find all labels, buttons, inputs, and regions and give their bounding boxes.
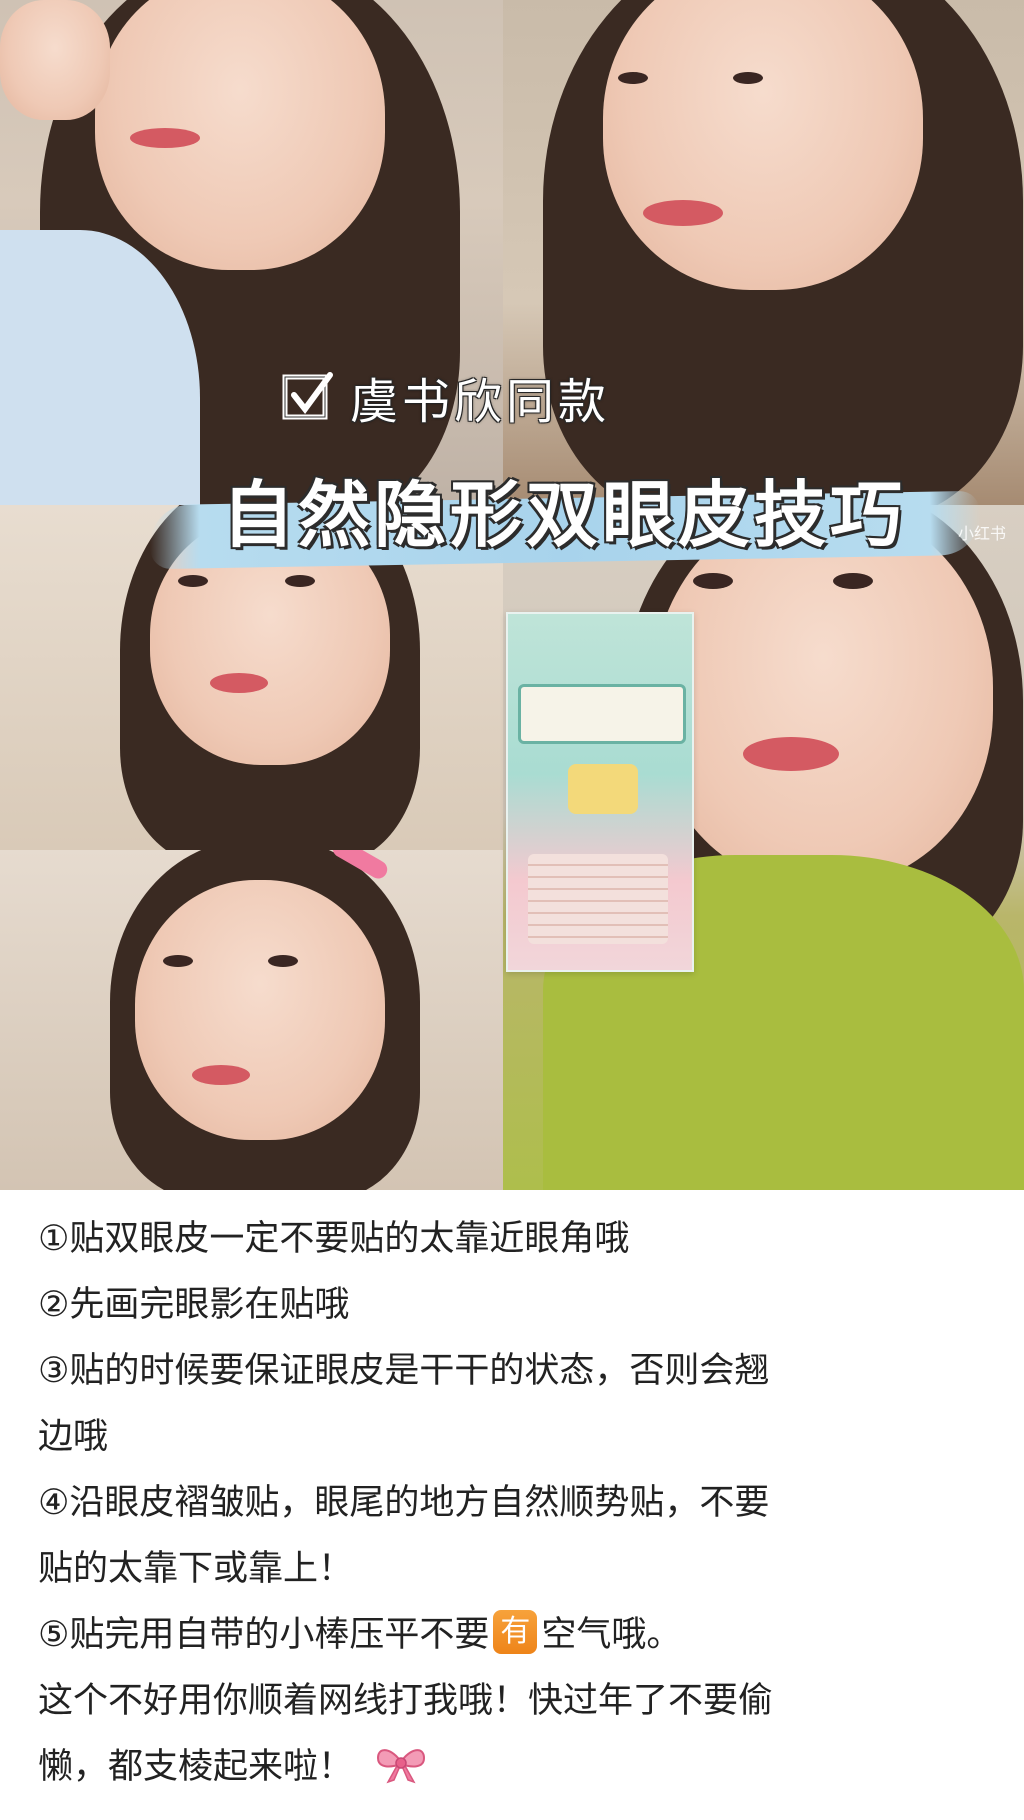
- face: [135, 880, 385, 1140]
- photo-bottom-left: [0, 850, 503, 1190]
- tip-line: 贴的太靠下或靠上！: [38, 1549, 354, 1589]
- main-title: 自然隐形双眼皮技巧: [222, 473, 907, 557]
- watermark: 小红书: [958, 524, 1007, 543]
- tip-line: ③贴的时候要保证眼皮是干干的状态，否则会翘: [38, 1351, 770, 1391]
- eye-right: [733, 72, 763, 84]
- lips: [743, 737, 839, 771]
- pink-bow-icon: [377, 1749, 426, 1784]
- subtitle-text: 虞书欣同款: [350, 374, 611, 430]
- closing-text: 懒，都支棱起来啦！: [38, 1747, 354, 1787]
- tip-5-after: 空气哦。: [541, 1615, 682, 1655]
- emoji-badge: 有: [493, 1610, 538, 1654]
- tips-text: ①贴双眼皮一定不要贴的太靠近眼角哦 ②先画完眼影在贴哦 ③贴的时候要保证眼皮是干…: [38, 1206, 998, 1800]
- tip-line: ②先画完眼影在贴哦: [38, 1285, 350, 1325]
- tip-line: 边哦: [38, 1417, 109, 1457]
- photo-collage: 虞书欣同款 自然隐形双眼皮技巧 小红书: [0, 0, 1024, 1190]
- package-label: [518, 684, 686, 744]
- lips: [643, 200, 723, 226]
- eyelid-tape-package: [506, 612, 694, 972]
- tip-line: ①贴双眼皮一定不要贴的太靠近眼角哦: [38, 1219, 630, 1259]
- tip-line-5: ⑤贴完用自带的小棒压平不要有空气哦。: [38, 1602, 998, 1668]
- tip-line: ④沿眼皮褶皱贴，眼尾的地方自然顺势贴，不要: [38, 1483, 770, 1523]
- face: [603, 0, 923, 290]
- closing-line-2: 懒，都支棱起来啦！: [38, 1734, 998, 1800]
- eye-left: [163, 955, 193, 967]
- eye-right: [833, 573, 873, 589]
- eye-right: [268, 955, 298, 967]
- hand: [0, 0, 110, 120]
- eye-left: [178, 575, 208, 587]
- eye-right: [285, 575, 315, 587]
- closing-line: 这个不好用你顺着网线打我哦！快过年了不要偷: [38, 1681, 774, 1721]
- subtitle-row: 虞书欣同款: [280, 362, 610, 432]
- package-tape-strips: [528, 854, 668, 944]
- check-box-icon: [282, 372, 333, 420]
- package-crown-logo: [568, 764, 638, 814]
- lips: [130, 128, 200, 148]
- eye-left: [618, 72, 648, 84]
- lips: [210, 673, 268, 693]
- face: [653, 505, 993, 885]
- lips: [192, 1065, 250, 1085]
- tip-5-before: ⑤贴完用自带的小棒压平不要: [38, 1615, 490, 1655]
- eye-left: [693, 573, 733, 589]
